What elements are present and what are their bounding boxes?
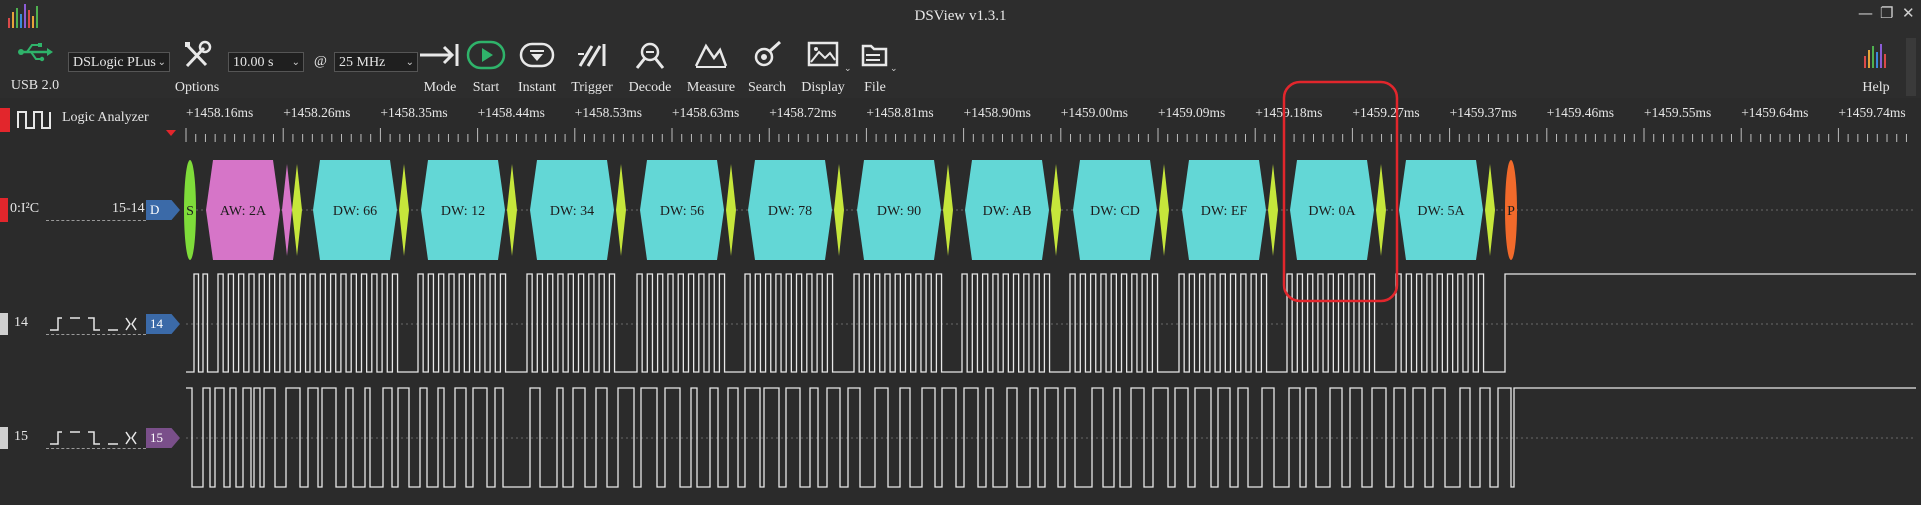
trigger-edge-icons [50, 317, 137, 331]
data-frame-label: DW: 66 [333, 204, 377, 219]
channel-14-trace [186, 273, 1916, 373]
decoder-label-underline [46, 220, 146, 221]
start-frame-label: S [186, 204, 194, 219]
data-frame-label: DW: 0A [1308, 204, 1356, 219]
ch15-name[interactable]: 15 [14, 429, 28, 445]
ch14-color-marker [0, 313, 8, 335]
ch14-label-underline [46, 334, 146, 335]
address-frame-label: AW: 2A [220, 204, 267, 219]
decoder-channel-range: 15-14 [112, 201, 145, 216]
decoder-color-marker [0, 198, 8, 222]
ack-frame [1051, 164, 1061, 256]
ack-frame [1485, 164, 1495, 256]
ack-frame [1159, 164, 1169, 256]
ack-frame [292, 164, 302, 256]
decoder-row: S AW: 2A DW: 66 DW: 12 DW: 34 DW: 56 DW: 78 DW:… [184, 160, 1517, 260]
decoder-channel-name[interactable]: 0:I²C [10, 201, 39, 217]
stop-frame-label: P [1507, 204, 1515, 219]
ack-frame [834, 164, 844, 256]
rw-bit-frame [282, 164, 292, 256]
ack-frame [726, 164, 736, 256]
data-frame-label: DW: AB [983, 204, 1032, 219]
ack-frame [507, 164, 517, 256]
ch15-color-marker [0, 427, 8, 449]
data-frame-label: DW: 78 [768, 204, 812, 219]
ch15-label-underline [46, 448, 146, 449]
data-frame-label: DW: EF [1201, 204, 1248, 219]
ch14-name[interactable]: 14 [14, 315, 28, 331]
ack-frame [943, 164, 953, 256]
data-frame-label: DW: 12 [441, 204, 485, 219]
ack-frame [399, 164, 409, 256]
data-frame-label: DW: 5A [1417, 204, 1465, 219]
ack-frame [1376, 164, 1386, 256]
data-frame-label: DW: 34 [550, 204, 594, 219]
ack-frame [616, 164, 626, 256]
ack-frame [1268, 164, 1278, 256]
data-frame-label: DW: 56 [660, 204, 704, 219]
trigger-edge-icons [50, 431, 137, 445]
channel-14-waveform [186, 273, 1916, 373]
data-frame-label: DW: 90 [877, 204, 921, 219]
waveform-viewport[interactable]: S AW: 2A DW: 66 DW: 12 DW: 34 DW: 56 DW: 78 DW:… [0, 0, 1921, 505]
data-frame-label: DW: CD [1090, 204, 1140, 219]
